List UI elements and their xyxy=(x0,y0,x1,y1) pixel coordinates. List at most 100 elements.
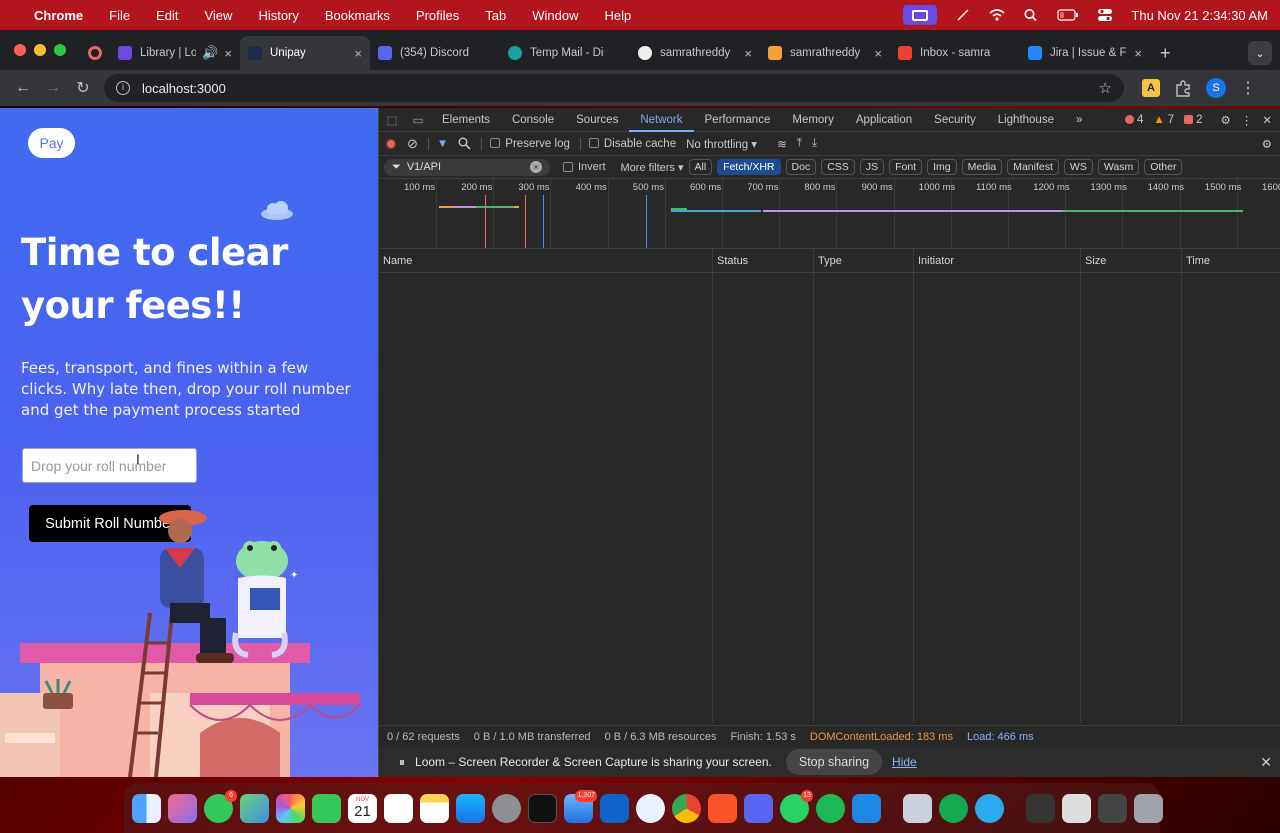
more-filters-dropdown[interactable]: More filters ▾ xyxy=(621,161,684,174)
close-tab-icon[interactable]: × xyxy=(874,46,882,61)
menu-app-name[interactable]: Chrome xyxy=(34,8,83,23)
invert-checkbox[interactable]: Invert xyxy=(563,161,606,173)
discord-icon[interactable] xyxy=(744,793,773,823)
minimize-window-button[interactable] xyxy=(34,44,46,56)
warnings-badge[interactable]: ▲ 7 xyxy=(1153,114,1174,126)
throttling-select[interactable]: No throttling ▾ xyxy=(686,137,757,151)
close-tab-icon[interactable]: × xyxy=(224,46,232,61)
tab-security[interactable]: Security xyxy=(923,108,987,132)
wifi-icon[interactable] xyxy=(989,8,1005,22)
filter-input[interactable]: ⏷ V1/API × xyxy=(384,158,550,176)
chrome-icon[interactable] xyxy=(672,793,701,823)
tab-performance[interactable]: Performance xyxy=(694,108,782,132)
maps-icon[interactable] xyxy=(240,793,269,823)
menu-history[interactable]: History xyxy=(258,8,298,23)
trash-icon[interactable] xyxy=(1134,793,1163,823)
extension-icon[interactable]: A xyxy=(1142,79,1160,97)
import-har-icon[interactable]: ⤒ xyxy=(797,137,802,150)
chip-ws[interactable]: WS xyxy=(1063,159,1093,175)
preview-icon[interactable] xyxy=(903,793,932,823)
issues-badge[interactable]: 2 xyxy=(1184,114,1203,126)
devtools-menu-icon[interactable]: ⋮ xyxy=(1241,113,1253,127)
reload-button[interactable]: ↻ xyxy=(68,78,98,98)
close-window-button[interactable] xyxy=(14,44,26,56)
search-icon[interactable] xyxy=(458,137,471,150)
speaker-icon[interactable]: 🔊 xyxy=(202,45,218,61)
calendar-icon[interactable]: NOV 21 xyxy=(348,793,377,823)
tab-sources[interactable]: Sources xyxy=(565,108,629,132)
control-center-icon[interactable] xyxy=(1097,8,1113,22)
column-size[interactable]: Size xyxy=(1081,249,1182,273)
vscode-icon[interactable] xyxy=(852,793,881,823)
profile-avatar[interactable]: S xyxy=(1206,78,1226,98)
column-initiator[interactable]: Initiator xyxy=(914,249,1081,273)
menu-bookmarks[interactable]: Bookmarks xyxy=(325,8,390,23)
recent-window-icon[interactable] xyxy=(1062,793,1091,823)
chip-wasm[interactable]: Wasm xyxy=(1097,159,1140,175)
chip-js[interactable]: JS xyxy=(859,159,885,175)
column-name[interactable]: Name xyxy=(379,249,713,273)
recent-window-icon[interactable] xyxy=(1098,793,1127,823)
recent-window-icon[interactable] xyxy=(1026,793,1055,823)
whatsapp-icon[interactable]: 13 xyxy=(780,789,813,823)
settings-gear-icon[interactable]: ⚙ xyxy=(1221,113,1231,127)
tab-application[interactable]: Application xyxy=(845,108,923,132)
pen-icon[interactable] xyxy=(955,8,971,22)
hide-link[interactable]: Hide xyxy=(892,755,917,769)
errors-badge[interactable]: 4 xyxy=(1124,114,1143,126)
menu-profiles[interactable]: Profiles xyxy=(416,8,459,23)
inspect-element-icon[interactable]: ⬚ xyxy=(379,113,405,127)
battery-icon[interactable] xyxy=(1057,8,1079,22)
network-conditions-icon[interactable]: ≋ xyxy=(777,137,787,151)
more-tabs-icon[interactable]: » xyxy=(1065,108,1093,132)
close-tab-icon[interactable]: × xyxy=(1134,46,1142,61)
preserve-log-checkbox[interactable]: Preserve log xyxy=(481,137,570,150)
brave-icon[interactable] xyxy=(708,793,737,823)
launchpad-icon[interactable] xyxy=(168,793,197,823)
network-overview-timeline[interactable]: 100 ms 200 ms 300 ms 400 ms 500 ms 600 ms 700 … xyxy=(379,179,1280,249)
menu-window[interactable]: Window xyxy=(532,8,578,23)
tab-network[interactable]: Network xyxy=(629,108,694,132)
back-button[interactable]: ← xyxy=(8,79,38,97)
chip-font[interactable]: Font xyxy=(889,159,923,175)
tab-discord[interactable]: (354) Discord xyxy=(370,36,500,70)
network-settings-icon[interactable]: ⚙ xyxy=(1262,137,1272,151)
terminal-icon[interactable] xyxy=(528,793,557,823)
chip-all[interactable]: All xyxy=(688,159,713,175)
chip-img[interactable]: Img xyxy=(927,159,957,175)
tab-console[interactable]: Console xyxy=(501,108,565,132)
safari-icon[interactable] xyxy=(636,793,665,823)
clear-icon[interactable]: ⊘ xyxy=(407,136,418,152)
facetime-icon[interactable] xyxy=(312,793,341,823)
export-har-icon[interactable]: ⤓ xyxy=(812,137,817,150)
pay-logo-button[interactable]: Pay xyxy=(28,128,75,158)
stop-sharing-button[interactable]: Stop sharing xyxy=(785,749,883,775)
tab-search-button[interactable]: ⌄ xyxy=(1248,41,1272,65)
photos-icon[interactable] xyxy=(276,793,305,823)
bookmark-star-icon[interactable]: ☆ xyxy=(1099,79,1112,97)
roll-number-input[interactable] xyxy=(22,448,197,483)
column-status[interactable]: Status xyxy=(713,249,814,273)
chip-manifest[interactable]: Manifest xyxy=(1007,159,1059,175)
reminders-icon[interactable] xyxy=(384,793,413,823)
messages-icon[interactable]: 6 xyxy=(204,789,237,823)
menu-view[interactable]: View xyxy=(204,8,232,23)
tab-github-2[interactable]: samrathreddy × xyxy=(760,36,890,70)
close-tab-icon[interactable]: × xyxy=(354,46,362,61)
telegram-icon[interactable] xyxy=(975,793,1004,823)
notes-icon[interactable] xyxy=(420,793,449,823)
puzzle-extensions-icon[interactable] xyxy=(1174,79,1192,97)
mongodb-compass-icon[interactable] xyxy=(939,793,968,823)
column-time[interactable]: Time xyxy=(1182,249,1280,273)
maximize-window-button[interactable] xyxy=(54,44,66,56)
menu-edit[interactable]: Edit xyxy=(156,8,178,23)
tab-recording[interactable] xyxy=(80,36,110,70)
filter-icon[interactable]: ▼ xyxy=(427,137,448,150)
tab-lighthouse[interactable]: Lighthouse xyxy=(987,108,1065,132)
new-tab-button[interactable]: + xyxy=(1150,36,1181,70)
search-icon[interactable] xyxy=(1023,8,1039,22)
outlook-icon[interactable] xyxy=(600,793,629,823)
menubar-clock[interactable]: Thu Nov 21 2:34:30 AM xyxy=(1131,8,1268,23)
menu-help[interactable]: Help xyxy=(605,8,632,23)
forward-button[interactable]: → xyxy=(38,79,68,97)
